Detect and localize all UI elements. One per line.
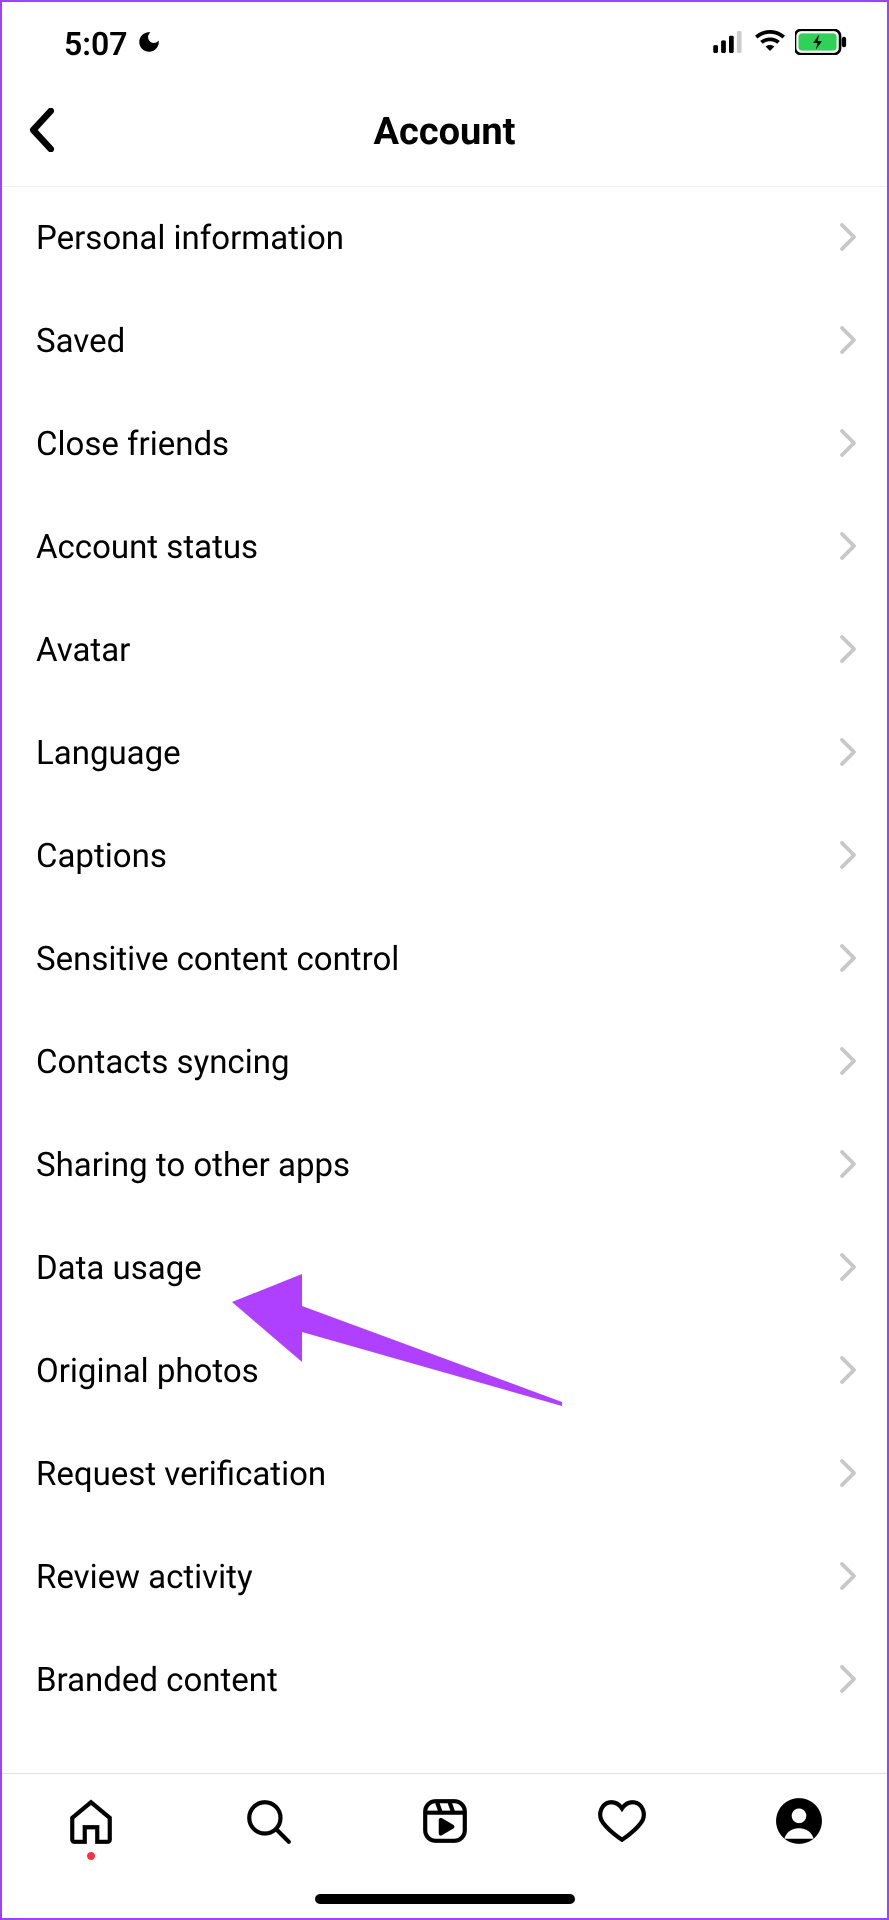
settings-item-saved[interactable]: Saved: [2, 290, 887, 393]
settings-item-language[interactable]: Language: [2, 702, 887, 805]
settings-item-avatar[interactable]: Avatar: [2, 599, 887, 702]
page-header: Account: [2, 77, 887, 187]
chevron-right-icon: [839, 222, 857, 256]
settings-item-label: Saved: [36, 322, 125, 361]
settings-item-label: Sharing to other apps: [36, 1146, 350, 1185]
reels-icon: [420, 1796, 470, 1846]
battery-charging-icon: [795, 29, 847, 59]
settings-item-label: Avatar: [36, 631, 130, 670]
chevron-right-icon: [839, 1355, 857, 1389]
settings-item-label: Personal information: [36, 219, 344, 258]
settings-item-close-friends[interactable]: Close friends: [2, 393, 887, 496]
nav-reels[interactable]: [420, 1796, 470, 1846]
settings-item-label: Account status: [36, 528, 258, 567]
settings-item-label: Contacts syncing: [36, 1043, 289, 1082]
nav-search[interactable]: [243, 1796, 293, 1846]
settings-item-label: Language: [36, 734, 181, 773]
back-button[interactable]: [16, 100, 68, 163]
chevron-right-icon: [839, 1458, 857, 1492]
wifi-icon: [755, 30, 785, 58]
settings-item-original-photos[interactable]: Original photos: [2, 1320, 887, 1423]
status-bar-left: 5:07: [64, 25, 162, 63]
chevron-left-icon: [24, 108, 60, 152]
search-icon: [243, 1796, 293, 1846]
chevron-right-icon: [839, 943, 857, 977]
settings-item-branded-content[interactable]: Branded content: [2, 1629, 887, 1732]
settings-item-account-status[interactable]: Account status: [2, 496, 887, 599]
status-bar-right: [713, 29, 847, 59]
chevron-right-icon: [839, 1046, 857, 1080]
chevron-right-icon: [839, 325, 857, 359]
home-indicator[interactable]: [315, 1894, 575, 1904]
settings-item-request-verification[interactable]: Request verification: [2, 1423, 887, 1526]
settings-item-label: Sensitive content control: [36, 940, 399, 979]
settings-item-label: Branded content: [36, 1661, 278, 1700]
settings-item-sensitive-content-control[interactable]: Sensitive content control: [2, 908, 887, 1011]
chevron-right-icon: [839, 634, 857, 668]
chevron-right-icon: [839, 840, 857, 874]
status-time: 5:07: [64, 25, 128, 63]
bottom-navigation: [2, 1773, 887, 1918]
chevron-right-icon: [839, 1252, 857, 1286]
settings-item-label: Original photos: [36, 1352, 259, 1391]
chevron-right-icon: [839, 428, 857, 462]
heart-icon: [597, 1796, 647, 1846]
nav-profile[interactable]: [774, 1796, 824, 1846]
chevron-right-icon: [839, 1561, 857, 1595]
page-title: Account: [20, 110, 869, 154]
home-icon: [66, 1796, 116, 1846]
chevron-right-icon: [839, 1149, 857, 1183]
settings-list: Personal information Saved Close friends Ac…: [2, 187, 887, 1732]
chevron-right-icon: [839, 531, 857, 565]
settings-item-captions[interactable]: Captions: [2, 805, 887, 908]
settings-item-data-usage[interactable]: Data usage: [2, 1217, 887, 1320]
settings-item-sharing-to-other-apps[interactable]: Sharing to other apps: [2, 1114, 887, 1217]
cellular-signal-icon: [713, 31, 745, 57]
settings-item-label: Review activity: [36, 1558, 253, 1597]
settings-item-label: Close friends: [36, 425, 229, 464]
nav-home-notification-dot: [87, 1852, 95, 1860]
settings-item-contacts-syncing[interactable]: Contacts syncing: [2, 1011, 887, 1114]
settings-item-review-activity[interactable]: Review activity: [2, 1526, 887, 1629]
settings-item-label: Request verification: [36, 1455, 326, 1494]
nav-activity[interactable]: [597, 1796, 647, 1846]
settings-item-personal-information[interactable]: Personal information: [2, 187, 887, 290]
do-not-disturb-icon: [136, 25, 162, 63]
settings-item-label: Captions: [36, 837, 167, 876]
profile-icon: [774, 1796, 824, 1846]
settings-item-label: Data usage: [36, 1249, 202, 1288]
status-bar: 5:07: [2, 2, 887, 77]
nav-home[interactable]: [66, 1796, 116, 1860]
chevron-right-icon: [839, 737, 857, 771]
chevron-right-icon: [839, 1664, 857, 1698]
